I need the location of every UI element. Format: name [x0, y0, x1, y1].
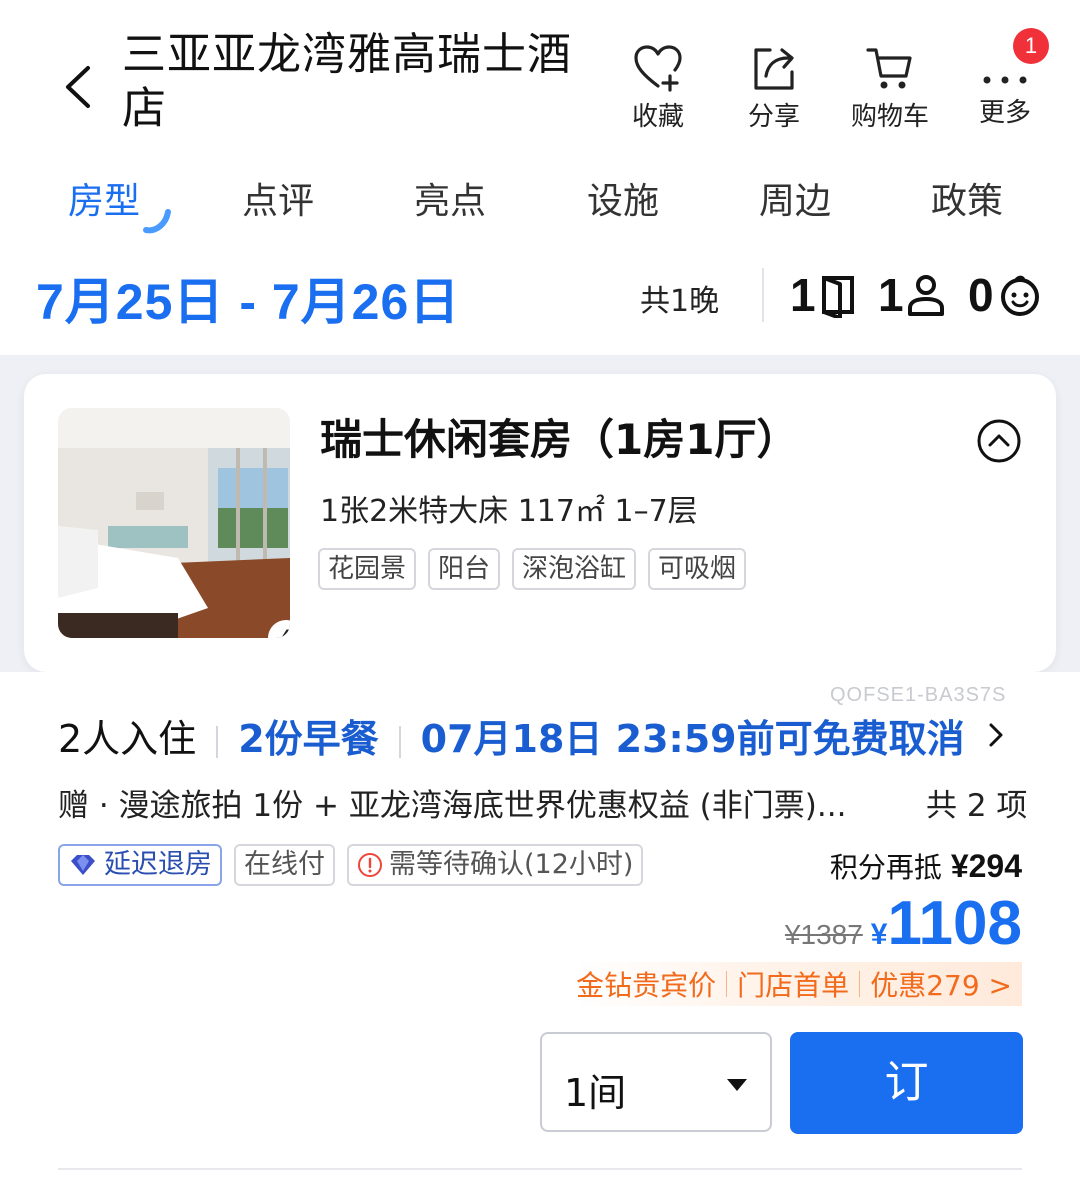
- tab-active-indicator: [143, 209, 171, 234]
- rate-tags: 延迟退房 在线付 需等待确认(12小时): [58, 844, 644, 886]
- heart-plus-icon: [634, 45, 682, 92]
- stay-dates[interactable]: 7月25日 - 7月26日: [36, 262, 460, 334]
- alert-icon: [358, 853, 382, 877]
- child-face-icon: [1001, 275, 1039, 316]
- promo-first-order: 门店首单: [737, 969, 850, 1002]
- divider: [216, 725, 219, 758]
- room-tag: 可吸烟: [648, 548, 747, 590]
- cart-icon: [866, 48, 912, 89]
- room-photo-image: [58, 408, 290, 638]
- divider: [859, 971, 861, 997]
- points-value: ¥294: [950, 848, 1022, 884]
- confirm-wait-label: 需等待确认(12小时): [389, 849, 634, 880]
- breakfast-info: 2份早餐: [238, 717, 379, 761]
- room-tag: 花园景: [318, 548, 417, 590]
- room-quantity-select[interactable]: 1间: [540, 1032, 772, 1132]
- original-price: ¥1387: [784, 919, 863, 950]
- caret-down-icon: [727, 1079, 747, 1091]
- rate-plan: QOFSE1-BA3S7S 2人入住 2份早餐 07月18日 23:59前可免费取消…: [0, 672, 1080, 1177]
- children-count[interactable]: 0: [968, 268, 994, 322]
- gift-count[interactable]: 共 2 项: [926, 780, 1027, 825]
- share-icon: [754, 48, 794, 90]
- rate-code: QOFSE1-BA3S7S: [830, 684, 1007, 706]
- gift-info[interactable]: 赠 · 漫途旅拍 1份 + 亚龙湾海底世界优惠权益 (非门票)...: [58, 780, 918, 825]
- room-card[interactable]: 4 瑞士休闲套房（1房1厅） 1张2米特大床 117㎡ 1–7层 花园景 阳台 …: [24, 374, 1056, 672]
- share-button[interactable]: 分享: [724, 42, 824, 133]
- tab-nearby[interactable]: 周边: [759, 172, 831, 224]
- tab-policies[interactable]: 政策: [931, 172, 1003, 224]
- favorite-button[interactable]: 收藏: [608, 42, 708, 133]
- collapse-icon[interactable]: [976, 418, 1022, 464]
- promo-bar[interactable]: 金钻贵宾价 门店首单 优惠279 >: [576, 962, 1022, 1006]
- room-tag: 深泡浴缸: [512, 548, 637, 590]
- favorite-label: 收藏: [631, 102, 684, 132]
- points-label: 积分再抵: [829, 851, 942, 884]
- rate-summary[interactable]: 2人入住 2份早餐 07月18日 23:59前可免费取消: [58, 708, 965, 763]
- cart-button[interactable]: 购物车: [840, 42, 940, 133]
- cart-label: 购物车: [850, 102, 929, 132]
- promo-vip: 金钻贵宾价: [576, 969, 717, 1002]
- adults-count[interactable]: 1: [878, 268, 904, 322]
- room-spec: 1张2米特大床 117㎡ 1–7层: [320, 494, 698, 529]
- tab-room-types[interactable]: 房型: [68, 172, 140, 224]
- rooms-count[interactable]: 1: [790, 268, 816, 322]
- room-photo[interactable]: 4: [58, 408, 290, 638]
- room-quantity-value: 1间: [564, 1071, 627, 1115]
- more-label: 更多: [978, 98, 1031, 128]
- guest-count: 2人入住: [58, 717, 197, 761]
- header: 三亚亚龙湾雅高瑞士酒店 收藏 分享 购物车 更多 1 房型 点评 亮点 设施 周…: [0, 0, 1080, 355]
- room-name: 瑞士休闲套房（1房1厅）: [320, 415, 799, 464]
- tab-facilities[interactable]: 设施: [587, 172, 659, 224]
- divider: [762, 268, 764, 322]
- book-button[interactable]: 订: [790, 1032, 1023, 1134]
- room-tag: 阳台: [428, 548, 501, 590]
- hotel-title: 三亚亚龙湾雅高瑞士酒店: [122, 29, 572, 134]
- tab-reviews[interactable]: 点评: [242, 172, 314, 224]
- online-pay-label: 在线付: [244, 849, 325, 880]
- share-label: 分享: [747, 102, 800, 132]
- chevron-right-icon[interactable]: [986, 720, 1006, 750]
- diamond-icon: [71, 855, 95, 875]
- tab-highlights[interactable]: 亮点: [414, 172, 486, 224]
- late-checkout-tag: 延迟退房: [58, 844, 222, 886]
- back-arrow-icon[interactable]: [60, 62, 100, 112]
- confirm-wait-tag: 需等待确认(12小时): [347, 844, 644, 886]
- promo-discount: 优惠279 >: [870, 969, 1012, 1002]
- divider: [726, 971, 728, 997]
- divider: [398, 725, 401, 758]
- points-deduction: 积分再抵 ¥294: [830, 846, 1022, 886]
- room-door-icon: [822, 276, 854, 318]
- price-row: ¥1387 ¥1108: [785, 888, 1022, 959]
- online-pay-tag: 在线付: [234, 844, 335, 886]
- late-checkout-label: 延迟退房: [104, 849, 212, 880]
- adult-icon: [908, 275, 944, 316]
- current-price: 1108: [887, 889, 1022, 958]
- room-tags: 花园景 阳台 深泡浴缸 可吸烟: [318, 548, 747, 590]
- notification-badge: 1: [1013, 28, 1049, 64]
- divider: [58, 1168, 1022, 1170]
- cancellation-policy: 07月18日 23:59前可免费取消: [420, 717, 965, 761]
- currency-symbol: ¥: [870, 918, 888, 951]
- nights-count: 共1晚: [640, 284, 720, 319]
